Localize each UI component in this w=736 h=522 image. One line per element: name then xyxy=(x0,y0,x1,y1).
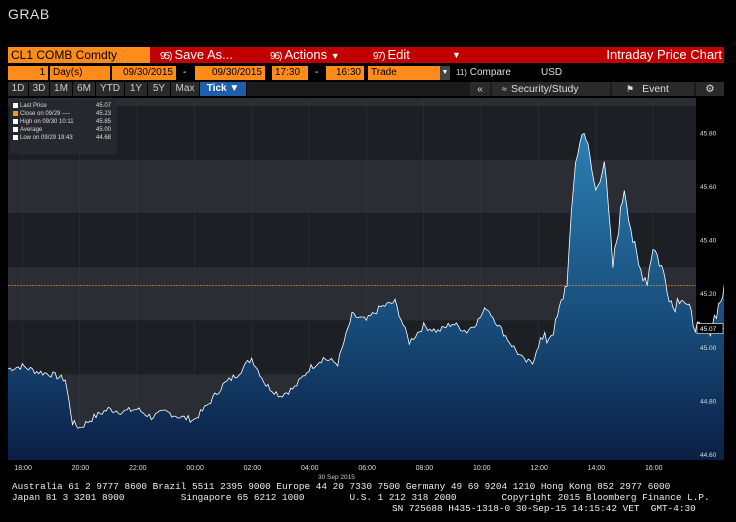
security-study-label: Security/Study xyxy=(510,83,579,95)
x-tick-label: 02:00 xyxy=(243,465,262,472)
x-tick-label: 06:00 xyxy=(358,465,376,472)
period-button-5[interactable]: 1Y xyxy=(125,82,148,96)
x-tick-label: 04:00 xyxy=(301,465,319,472)
footer-session-info: SN 725688 H435-1318-0 30-Sep-15 14:15:42… xyxy=(392,503,696,514)
chevron-down-icon[interactable]: ▼ xyxy=(452,47,461,63)
legend-item: Low on 09/29 19:43 44.68 xyxy=(13,134,114,142)
x-tick-label: 14:00 xyxy=(587,465,606,472)
save-as-label: Save As... xyxy=(174,47,233,62)
legend-value: 45.23 xyxy=(95,111,111,117)
legend-swatch xyxy=(13,118,18,124)
x-tick-label: 00:00 xyxy=(186,465,204,472)
legend-swatch xyxy=(13,126,18,132)
start-time-field[interactable]: 17:30 xyxy=(272,66,308,80)
period-button-0[interactable]: 1D xyxy=(8,82,29,96)
start-date-field[interactable]: 09/30/2015 xyxy=(112,66,176,80)
collapse-button[interactable]: « xyxy=(470,82,490,96)
period-button-7[interactable]: Max xyxy=(171,82,200,96)
y-tick-label: 45.00 xyxy=(700,345,717,352)
x-axis-date: 30 Sep 2015 xyxy=(318,474,355,481)
footer-contacts-1: Australia 61 2 9777 8600 Brazil 5511 239… xyxy=(12,481,671,492)
y-tick-label: 44.80 xyxy=(700,399,717,406)
legend-value: 45.00 xyxy=(95,127,111,133)
save-shortcut: 95) xyxy=(160,51,172,62)
compare-button[interactable]: 11) Compare xyxy=(456,66,511,80)
compare-label: Compare xyxy=(469,67,511,78)
legend-label: Close on 09/29 ---- xyxy=(20,111,71,117)
period-button-1[interactable]: 3D xyxy=(29,82,50,96)
legend-item: Last Price 45.07 xyxy=(13,102,114,110)
date-separator: - xyxy=(183,67,187,78)
x-tick-label: 12:00 xyxy=(530,465,548,472)
legend-value: 45.85 xyxy=(95,119,111,125)
legend-value: 45.07 xyxy=(95,103,111,109)
actions-shortcut: 96) xyxy=(270,51,282,62)
x-tick-label: 22:00 xyxy=(129,465,147,472)
chart-title: Intraday Price Chart xyxy=(606,47,722,62)
legend-swatch xyxy=(13,110,18,116)
legend-label: Average xyxy=(20,127,43,133)
x-tick-label: 20:00 xyxy=(71,465,90,472)
currency-field[interactable]: USD xyxy=(541,66,562,80)
y-tick-label: 45.20 xyxy=(700,291,717,298)
legend-item: Average 45.00 xyxy=(13,126,114,134)
event-label: Event xyxy=(642,83,669,95)
legend-swatch xyxy=(13,102,18,108)
event-button[interactable]: ⚑ Event xyxy=(612,82,694,96)
legend-label: Low on 09/29 19:43 xyxy=(20,135,73,141)
field-select[interactable]: Trade xyxy=(368,66,440,80)
period-button-3[interactable]: 6M xyxy=(73,82,96,96)
edit-label: Edit xyxy=(387,47,410,62)
legend-label: High on 09/30 10:11 xyxy=(20,119,74,125)
legend-item: High on 09/30 10:11 45.85 xyxy=(13,118,114,126)
y-tick-label: 45.80 xyxy=(700,130,717,137)
chart-legend: Last Price 45.07 Close on 09/29 ---- 45.23 H… xyxy=(10,100,117,154)
x-tick-label: 08:00 xyxy=(415,465,434,472)
ticker-field[interactable]: CL1 COMB Comdty xyxy=(8,47,150,63)
legend-value: 44.68 xyxy=(95,135,111,141)
app-title: GRAB xyxy=(8,6,50,22)
time-separator: - xyxy=(315,67,319,78)
x-tick-label: 18:00 xyxy=(14,465,32,472)
flag-icon: ⚑ xyxy=(626,84,635,94)
chevron-down-icon: ▼ xyxy=(330,51,340,61)
save-as-button[interactable]: 95) Save As... xyxy=(160,47,233,63)
gear-icon[interactable]: ⚙ xyxy=(696,82,724,96)
security-study-button[interactable]: ≈ Security/Study xyxy=(492,82,610,96)
period-button-8[interactable]: Tick ▼ xyxy=(200,82,247,96)
period-button-6[interactable]: 5Y xyxy=(148,82,171,96)
edit-button[interactable]: 97) Edit xyxy=(373,47,410,63)
y-tick-label: 45.60 xyxy=(700,184,717,191)
actions-button[interactable]: 96) Actions ▼ xyxy=(270,47,340,63)
x-tick-label: 10:00 xyxy=(473,465,491,472)
period-unit-field[interactable]: Day(s) xyxy=(50,66,110,80)
chart-line-icon: ≈ xyxy=(502,84,507,94)
compare-shortcut: 11) xyxy=(456,68,467,77)
x-tick-label: 16:00 xyxy=(645,465,663,472)
period-count-field[interactable]: 1 xyxy=(8,66,48,80)
end-date-field[interactable]: 09/30/2015 xyxy=(195,66,265,80)
last-price-value: 45.07 xyxy=(700,326,717,333)
end-time-field[interactable]: 16:30 xyxy=(326,66,364,80)
y-tick-label: 45.40 xyxy=(700,238,717,245)
y-tick-label: 44.60 xyxy=(700,452,717,459)
period-button-2[interactable]: 1M xyxy=(50,82,73,96)
legend-label: Last Price xyxy=(20,103,47,109)
period-button-4[interactable]: YTD xyxy=(96,82,125,96)
actions-label: Actions xyxy=(284,47,328,62)
legend-swatch xyxy=(13,134,18,140)
footer-contacts-2: Japan 81 3 3201 8900 Singapore 65 6212 1… xyxy=(12,492,710,503)
edit-shortcut: 97) xyxy=(373,51,385,62)
legend-item: Close on 09/29 ---- 45.23 xyxy=(13,110,114,118)
chevron-down-icon[interactable]: ▼ xyxy=(440,66,450,80)
